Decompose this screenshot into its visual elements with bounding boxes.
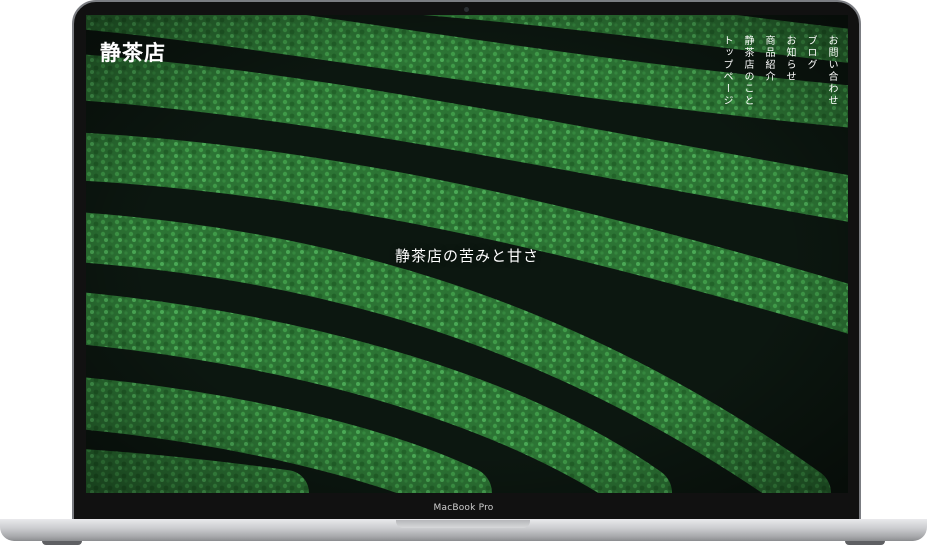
site-logo[interactable]: 静茶店 [100,37,166,67]
hero-tagline: 静茶店の苦みと甘さ [394,247,539,265]
device-label: MacBook Pro [433,503,494,513]
laptop-screen: 静茶店 トップページ 静茶店のこと 商品紹介 お知らせ ブログ お問い合わせ 静… [86,15,848,493]
nav-item-top[interactable]: トップページ [721,35,732,107]
nav-item-blog[interactable]: ブログ [805,35,816,107]
laptop-foot-right [845,541,885,545]
global-nav: トップページ 静茶店のこと 商品紹介 お知らせ ブログ お問い合わせ [721,35,837,107]
laptop-foot-left [42,541,82,545]
nav-item-about[interactable]: 静茶店のこと [742,35,753,107]
nav-item-products[interactable]: 商品紹介 [763,35,774,107]
laptop-notch [396,520,530,528]
nav-item-contact[interactable]: お問い合わせ [826,35,837,107]
hero-tea-field: 静茶店 トップページ 静茶店のこと 商品紹介 お知らせ ブログ お問い合わせ 静… [86,15,848,493]
nav-item-news[interactable]: お知らせ [784,35,795,107]
camera-icon [464,7,469,12]
